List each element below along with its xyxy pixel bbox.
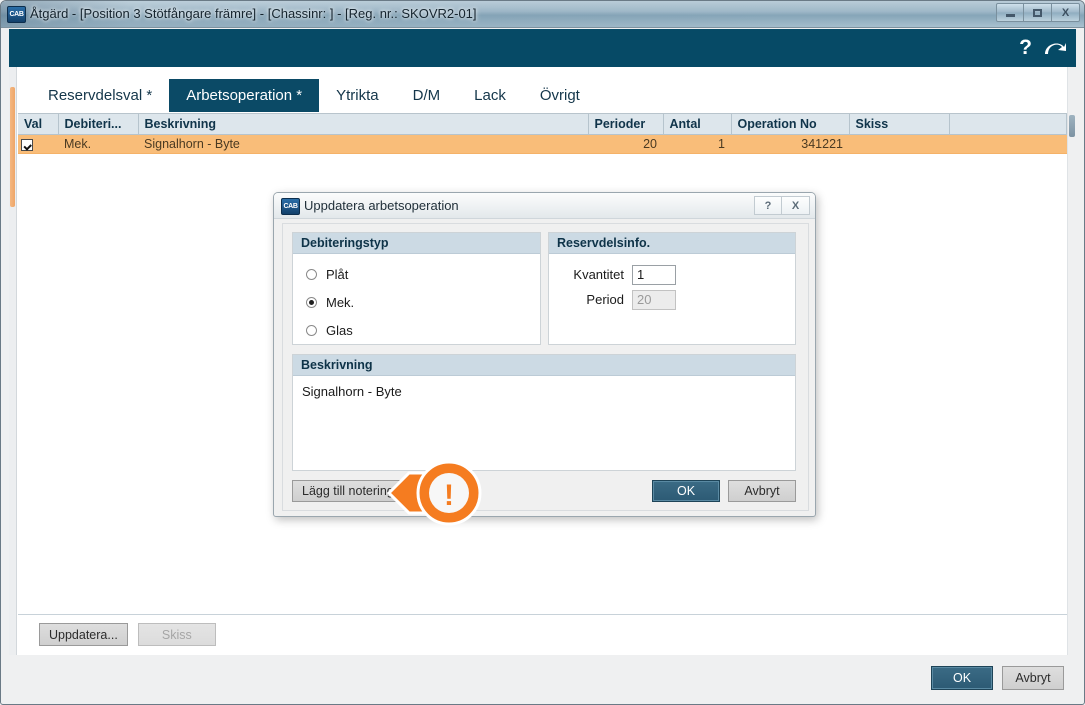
cell-operation-no: 341221: [731, 134, 849, 154]
undo-arrow-icon[interactable]: [1042, 37, 1068, 59]
tab-reservdelsval[interactable]: Reservdelsval *: [31, 79, 169, 112]
cell-perioder: 20: [588, 134, 663, 154]
content-bottom-toolbar: Uppdatera... Skiss: [18, 614, 1067, 654]
radio-plat-indicator[interactable]: [306, 268, 317, 280]
col-header-beskrivning[interactable]: Beskrivning: [138, 114, 589, 135]
radio-mek-label: Mek.: [326, 294, 355, 310]
window-title: Åtgärd - [Position 3 Stötfångare främre]…: [30, 6, 477, 21]
radio-plat-label: Plåt: [326, 266, 349, 282]
cell-debiteringstyp: Mek.: [58, 134, 138, 154]
dialog-body: Debiteringstyp Plåt Mek. Glas Reservdels…: [282, 223, 809, 511]
col-header-perioder[interactable]: Perioder: [588, 114, 664, 135]
cell-antal: 1: [663, 134, 731, 154]
tab-ovrigt[interactable]: Övrigt: [523, 79, 597, 112]
row-select-cell[interactable]: [18, 134, 58, 154]
kvantitet-label: Kvantitet: [573, 267, 624, 282]
tab-ytrikta[interactable]: Ytrikta: [319, 79, 396, 112]
field-row-kvantitet: Kvantitet: [549, 262, 795, 287]
header-tool-group: ?: [1019, 29, 1068, 67]
right-scroll-gutter[interactable]: [1067, 67, 1076, 655]
col-header-operation-no[interactable]: Operation No: [731, 114, 850, 135]
period-label: Period: [586, 292, 624, 307]
group-reservdelsinfo: Reservdelsinfo. Kvantitet Period: [548, 232, 796, 345]
radio-mek-indicator[interactable]: [306, 296, 317, 308]
dialog-app-icon-text: CAB: [283, 203, 298, 210]
right-scroll-thumb[interactable]: [1069, 115, 1075, 137]
dialog-title: Uppdatera arbetsoperation: [304, 198, 459, 213]
dialog-help-icon: ?: [764, 199, 772, 212]
footer-ok-button[interactable]: OK: [931, 666, 993, 690]
cell-skiss: [849, 134, 949, 154]
group-beskrivning: Beskrivning Signalhorn - Byte: [292, 354, 796, 471]
col-header-antal[interactable]: Antal: [663, 114, 732, 135]
footer-cancel-button[interactable]: Avbryt: [1002, 666, 1064, 690]
window-titlebar: CAB Åtgärd - [Position 3 Stötfångare frä…: [1, 1, 1084, 28]
window-controls: X: [996, 3, 1080, 22]
dialog-ok-button[interactable]: OK: [652, 480, 720, 502]
radio-glas-indicator[interactable]: [306, 324, 317, 336]
dialog-help-button[interactable]: ?: [754, 196, 782, 215]
period-input: [632, 289, 676, 310]
radio-glas-label: Glas: [326, 322, 353, 338]
col-header-debiteringstyp[interactable]: Debiteri...: [58, 114, 139, 135]
cell-beskrivning: Signalhorn - Byte: [138, 134, 588, 154]
dialog-action-group: OK Avbryt: [652, 480, 796, 502]
group-debiteringstyp-header: Debiteringstyp: [293, 233, 540, 254]
update-operation-dialog: CAB Uppdatera arbetsoperation ? X Debite…: [273, 192, 816, 517]
minimize-button[interactable]: [996, 3, 1024, 22]
table-header-row: Val Debiteri... Beskrivning Perioder Ant…: [18, 114, 1067, 135]
cab-app-icon: CAB: [7, 6, 26, 23]
row-checkbox[interactable]: [21, 138, 33, 151]
help-icon[interactable]: ?: [1019, 37, 1032, 60]
dialog-close-button[interactable]: X: [782, 196, 810, 215]
application-window: CAB Åtgärd - [Position 3 Stötfångare frä…: [0, 0, 1085, 705]
group-debiteringstyp: Debiteringstyp Plåt Mek. Glas: [292, 232, 541, 345]
minimize-icon: [997, 4, 1023, 21]
field-row-period: Period: [549, 287, 795, 312]
brand-header-bar: ?: [9, 29, 1076, 67]
tab-dm[interactable]: D/M: [396, 79, 458, 112]
sketch-button: Skiss: [137, 623, 216, 646]
col-header-skiss[interactable]: Skiss: [849, 114, 950, 135]
dialog-cancel-button[interactable]: Avbryt: [728, 480, 796, 502]
dialog-footer: Lägg till notering OK Avbryt: [292, 478, 796, 504]
group-reservdelsinfo-header: Reservdelsinfo.: [549, 233, 795, 254]
maximize-icon: [1024, 4, 1051, 21]
dialog-controls: ? X: [754, 196, 810, 215]
cell-spacer: [949, 134, 1067, 154]
radio-option-plat[interactable]: Plåt: [293, 260, 540, 288]
tabstrip: Reservdelsval * Arbetsoperation * Ytrikt…: [31, 79, 597, 112]
kvantitet-input[interactable]: [632, 264, 676, 285]
tab-arbetsoperation[interactable]: Arbetsoperation *: [169, 79, 320, 112]
close-icon: X: [1061, 6, 1070, 19]
col-header-spacer: [949, 114, 1067, 135]
tab-lack[interactable]: Lack: [457, 79, 523, 112]
left-scroll-gutter[interactable]: [9, 67, 17, 655]
window-footer: OK Avbryt: [9, 659, 1076, 697]
dialog-close-icon: X: [791, 199, 800, 212]
operations-table: Val Debiteri... Beskrivning Perioder Ant…: [18, 114, 1067, 154]
group-beskrivning-header: Beskrivning: [293, 355, 795, 376]
radio-option-mek[interactable]: Mek.: [293, 288, 540, 316]
left-scroll-thumb[interactable]: [10, 87, 15, 207]
radio-option-glas[interactable]: Glas: [293, 316, 540, 344]
beskrivning-text[interactable]: Signalhorn - Byte: [293, 376, 795, 399]
close-button[interactable]: X: [1052, 3, 1080, 22]
app-icon-text: CAB: [9, 11, 24, 18]
reservdelsinfo-field-list: Kvantitet Period: [549, 254, 795, 312]
table-row[interactable]: Mek. Signalhorn - Byte 20 1 341221: [18, 134, 1067, 154]
update-button[interactable]: Uppdatera...: [39, 623, 128, 646]
add-note-button[interactable]: Lägg till notering: [292, 480, 404, 502]
col-header-val[interactable]: Val: [18, 114, 59, 135]
debiteringstyp-radio-list: Plåt Mek. Glas: [293, 254, 540, 344]
maximize-button[interactable]: [1024, 3, 1052, 22]
dialog-app-icon: CAB: [281, 198, 300, 215]
dialog-titlebar: CAB Uppdatera arbetsoperation ? X: [274, 193, 815, 219]
